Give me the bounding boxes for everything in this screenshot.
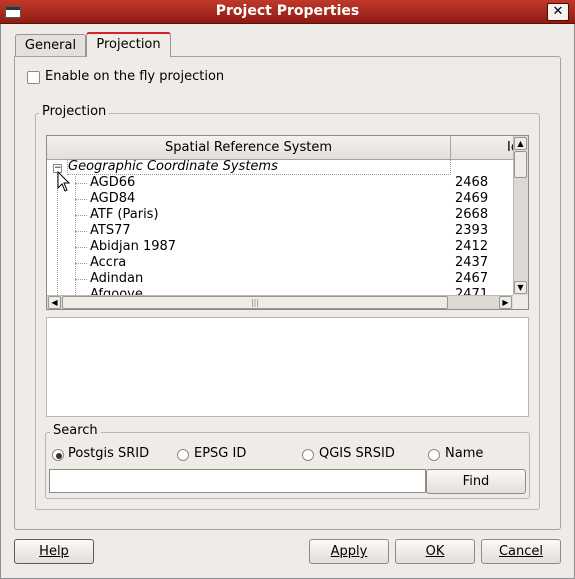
help-button-label: Help: [39, 544, 69, 559]
vertical-scroll-thumb[interactable]: [514, 151, 527, 178]
tree-branch-line: [75, 247, 87, 248]
scroll-left-icon[interactable]: ◀: [48, 296, 61, 309]
cancel-button-label: Cancel: [498, 544, 544, 559]
crs-name: AGD84: [90, 191, 136, 206]
crs-name: AGD66: [90, 175, 136, 190]
crs-tree[interactable]: Spatial Reference System Id − Geographic…: [46, 135, 529, 310]
tree-branch-line: [75, 279, 87, 280]
scroll-down-icon[interactable]: ▼: [514, 281, 527, 294]
radio-epsg-id-label[interactable]: EPSG ID: [194, 446, 246, 461]
enable-otf-checkbox[interactable]: [27, 71, 40, 84]
tree-row[interactable]: ATS77 2393: [47, 223, 513, 239]
radio-epsg-id[interactable]: [177, 449, 189, 461]
crs-id: 2668: [455, 207, 489, 222]
tree-row[interactable]: AGD84 2469: [47, 191, 513, 207]
horizontal-scrollbar[interactable]: ◀ ||| ▶: [47, 295, 513, 309]
scroll-corner: [513, 295, 528, 309]
tree-rows: AGD66 2468 AGD84 2469 ATF (Paris) 2668 A…: [47, 175, 513, 295]
crs-name: Accra: [90, 255, 127, 270]
scroll-right-icon[interactable]: ▶: [499, 296, 512, 309]
crs-id: 2412: [455, 239, 489, 254]
crs-description: [46, 317, 529, 417]
vertical-scrollbar[interactable]: ▲ ▼: [513, 136, 528, 295]
crs-name: Afgooye: [90, 287, 143, 295]
enable-otf-label[interactable]: Enable on the fly projection: [45, 69, 224, 84]
radio-name[interactable]: [428, 449, 440, 461]
tab-general[interactable]: General: [15, 34, 86, 56]
radio-postgis-srid-label[interactable]: Postgis SRID: [68, 446, 149, 461]
tree-branch-line: [75, 231, 87, 232]
radio-name-label[interactable]: Name: [445, 446, 483, 461]
help-button[interactable]: Help: [14, 539, 94, 564]
tree-row[interactable]: Adindan 2467: [47, 271, 513, 287]
crs-id: 2467: [455, 271, 489, 286]
apply-button-label: Apply: [330, 544, 368, 559]
cancel-button[interactable]: Cancel: [481, 539, 561, 564]
tree-row[interactable]: ATF (Paris) 2668: [47, 207, 513, 223]
tree-branch-line: [75, 183, 87, 184]
crs-name: ATS77: [90, 223, 131, 238]
title-bar[interactable]: Project Properties ✕: [0, 0, 575, 24]
horizontal-scroll-thumb[interactable]: |||: [62, 296, 448, 309]
close-button[interactable]: ✕: [547, 3, 569, 21]
crs-id: 2471: [455, 287, 489, 295]
tree-row[interactable]: Afgooye 2471: [47, 287, 513, 295]
crs-id: 2393: [455, 223, 489, 238]
search-group-title: Search: [50, 423, 101, 438]
apply-button[interactable]: Apply: [309, 539, 389, 564]
ok-button[interactable]: OK: [395, 539, 475, 564]
tree-row[interactable]: AGD66 2468: [47, 175, 513, 191]
search-input[interactable]: [49, 469, 426, 493]
crs-id: 2437: [455, 255, 489, 270]
tree-branch-line: [75, 199, 87, 200]
projection-group-title: Projection: [39, 104, 110, 119]
tree-row[interactable]: Accra 2437: [47, 255, 513, 271]
tree-root-item[interactable]: Geographic Coordinate Systems: [67, 159, 451, 175]
mouse-cursor-icon: [57, 171, 71, 192]
crs-name: Adindan: [90, 271, 144, 286]
tree-branch-line: [75, 215, 87, 216]
tree-branch-line: [75, 263, 87, 264]
window-title: Project Properties: [215, 3, 360, 19]
crs-name: Abidjan 1987: [90, 239, 177, 254]
find-button[interactable]: Find: [426, 469, 526, 494]
ok-button-label: OK: [425, 544, 445, 559]
radio-postgis-srid[interactable]: [52, 449, 64, 461]
tree-root-label: Geographic Coordinate Systems: [68, 159, 278, 174]
tab-projection[interactable]: Projection: [86, 32, 171, 57]
crs-id: 2468: [455, 175, 489, 190]
column-header-srs[interactable]: Spatial Reference System: [47, 136, 451, 160]
column-header-id[interactable]: Id: [451, 136, 513, 160]
radio-qgis-srsid[interactable]: [302, 449, 314, 461]
scroll-up-icon[interactable]: ▲: [514, 137, 527, 150]
radio-qgis-srsid-label[interactable]: QGIS SRSID: [319, 446, 395, 461]
tree-row[interactable]: Abidjan 1987 2412: [47, 239, 513, 255]
crs-id: 2469: [455, 191, 489, 206]
crs-name: ATF (Paris): [90, 207, 159, 222]
